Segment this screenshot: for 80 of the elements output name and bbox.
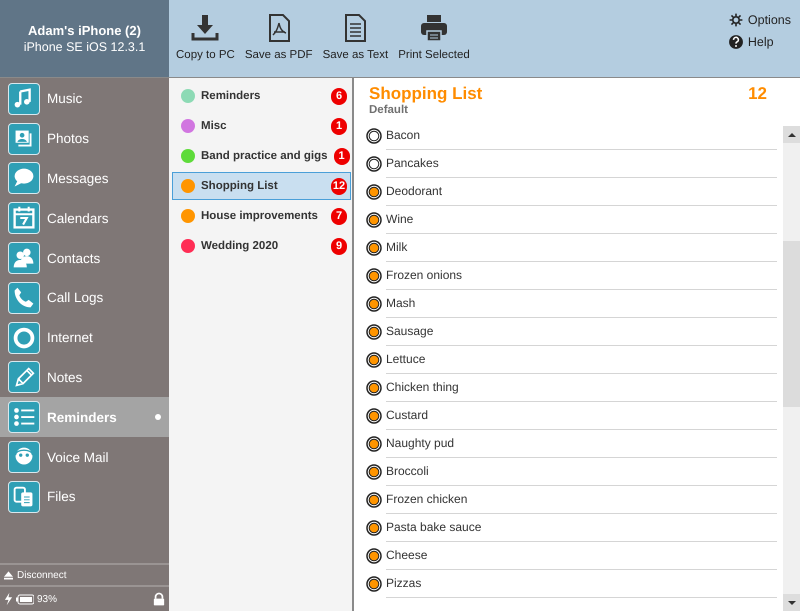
sidebar-item[interactable]: Contacts bbox=[0, 238, 169, 278]
sidebar-item[interactable]: Internet bbox=[0, 318, 169, 358]
reminder-item: Chicken thing bbox=[386, 374, 777, 402]
help-button[interactable]: Help bbox=[724, 34, 777, 50]
filled-circle-icon[interactable] bbox=[366, 240, 382, 256]
reminder-item: Pizzas bbox=[386, 570, 777, 598]
filled-circle-icon[interactable] bbox=[366, 408, 382, 424]
reminder-item: Deodorant bbox=[386, 178, 777, 206]
count-badge: 12 bbox=[331, 178, 347, 194]
list-subtitle: Default bbox=[368, 104, 409, 116]
save-pdf-button[interactable]: Save as PDF bbox=[242, 13, 316, 61]
filled-circle-icon[interactable] bbox=[366, 268, 382, 284]
filled-circle-icon[interactable] bbox=[366, 212, 382, 228]
empty-circle-icon[interactable] bbox=[366, 128, 382, 144]
save-text-button[interactable]: Save as Text bbox=[320, 13, 392, 61]
reminder-list-item[interactable]: Wedding 2020 9 bbox=[172, 232, 351, 260]
lightning-icon bbox=[4, 592, 13, 606]
printer-icon bbox=[419, 13, 449, 43]
reminder-list-item[interactable]: Misc 1 bbox=[172, 112, 351, 140]
filled-circle-icon[interactable] bbox=[366, 352, 382, 368]
settings-icon bbox=[728, 12, 744, 28]
reminder-item: Sausage bbox=[386, 318, 777, 346]
filled-circle-icon[interactable] bbox=[366, 380, 382, 396]
options-button[interactable]: Options bbox=[724, 12, 794, 28]
sidebar-item[interactable]: Notes bbox=[0, 358, 169, 398]
reminder-item: Frozen onions bbox=[386, 262, 777, 290]
reminder-item: Naughty pud bbox=[386, 430, 777, 458]
copy-to-pc-button[interactable]: Copy to PC bbox=[173, 13, 238, 61]
count-badge: 1 bbox=[334, 148, 350, 164]
sidebar-item[interactable]: Calendars bbox=[0, 198, 169, 238]
filled-circle-icon[interactable] bbox=[366, 296, 382, 312]
reminder-item: Pancakes bbox=[386, 150, 777, 178]
sidebar-item[interactable]: Music bbox=[0, 79, 169, 119]
reminder-item: Pasta bake sauce bbox=[386, 514, 777, 542]
lock-icon bbox=[153, 592, 165, 606]
count-badge: 1 bbox=[331, 118, 347, 134]
filled-circle-icon[interactable] bbox=[366, 436, 382, 452]
reminder-item: Frozen chicken bbox=[386, 486, 777, 514]
filled-circle-icon[interactable] bbox=[366, 464, 382, 480]
empty-circle-icon[interactable] bbox=[366, 156, 382, 172]
filled-circle-icon[interactable] bbox=[366, 548, 382, 564]
count-badge: 6 bbox=[331, 88, 347, 104]
scroll-up-icon bbox=[788, 132, 796, 138]
eject-icon bbox=[4, 570, 13, 580]
count-badge: 9 bbox=[331, 238, 347, 254]
reminder-list-item[interactable]: House improvements 7 bbox=[172, 202, 351, 230]
filled-circle-icon[interactable] bbox=[366, 492, 382, 508]
sidebar-item[interactable]: Call Logs bbox=[0, 278, 169, 318]
list-title: Shopping List bbox=[369, 84, 482, 104]
filled-circle-icon[interactable] bbox=[366, 184, 382, 200]
reminder-item: Milk bbox=[386, 234, 777, 262]
disconnect-button[interactable]: Disconnect bbox=[17, 570, 66, 580]
reminder-item: Broccoli bbox=[386, 458, 777, 486]
sidebar-item[interactable]: Messages bbox=[0, 158, 169, 198]
reminder-item: Bacon bbox=[386, 122, 777, 150]
scroll-down-icon bbox=[788, 600, 796, 606]
reminder-item: Cheese bbox=[386, 542, 777, 570]
reminder-item: Wine bbox=[386, 206, 777, 234]
battery-level: 93% bbox=[37, 594, 58, 604]
scrollbar[interactable] bbox=[783, 126, 800, 611]
battery-icon bbox=[16, 594, 34, 604]
sidebar-item[interactable]: Files bbox=[0, 476, 169, 517]
count-badge: 7 bbox=[331, 208, 347, 224]
reminder-item: Lettuce bbox=[386, 346, 777, 374]
filled-circle-icon[interactable] bbox=[366, 576, 382, 592]
reminder-item: Mash bbox=[386, 290, 777, 318]
reminder-list-item[interactable]: Shopping List 12 bbox=[172, 172, 351, 200]
item-count: 12 bbox=[748, 84, 767, 104]
sidebar-item[interactable]: Voice Mail bbox=[0, 437, 169, 477]
help-icon bbox=[728, 34, 744, 50]
device-name: Adam's iPhone (2) bbox=[28, 23, 141, 38]
reminder-list-item[interactable]: Band practice and gigs 1 bbox=[172, 142, 351, 170]
print-button[interactable]: Print Selected bbox=[395, 13, 473, 61]
filled-circle-icon[interactable] bbox=[366, 324, 382, 340]
device-model: iPhone SE iOS 12.3.1 bbox=[24, 40, 146, 54]
reminder-list-item[interactable]: Reminders 6 bbox=[172, 82, 351, 110]
reminder-item: Custard bbox=[386, 402, 777, 430]
sidebar-item[interactable]: Photos bbox=[0, 118, 169, 159]
download-icon bbox=[190, 13, 220, 43]
filled-circle-icon[interactable] bbox=[366, 520, 382, 536]
